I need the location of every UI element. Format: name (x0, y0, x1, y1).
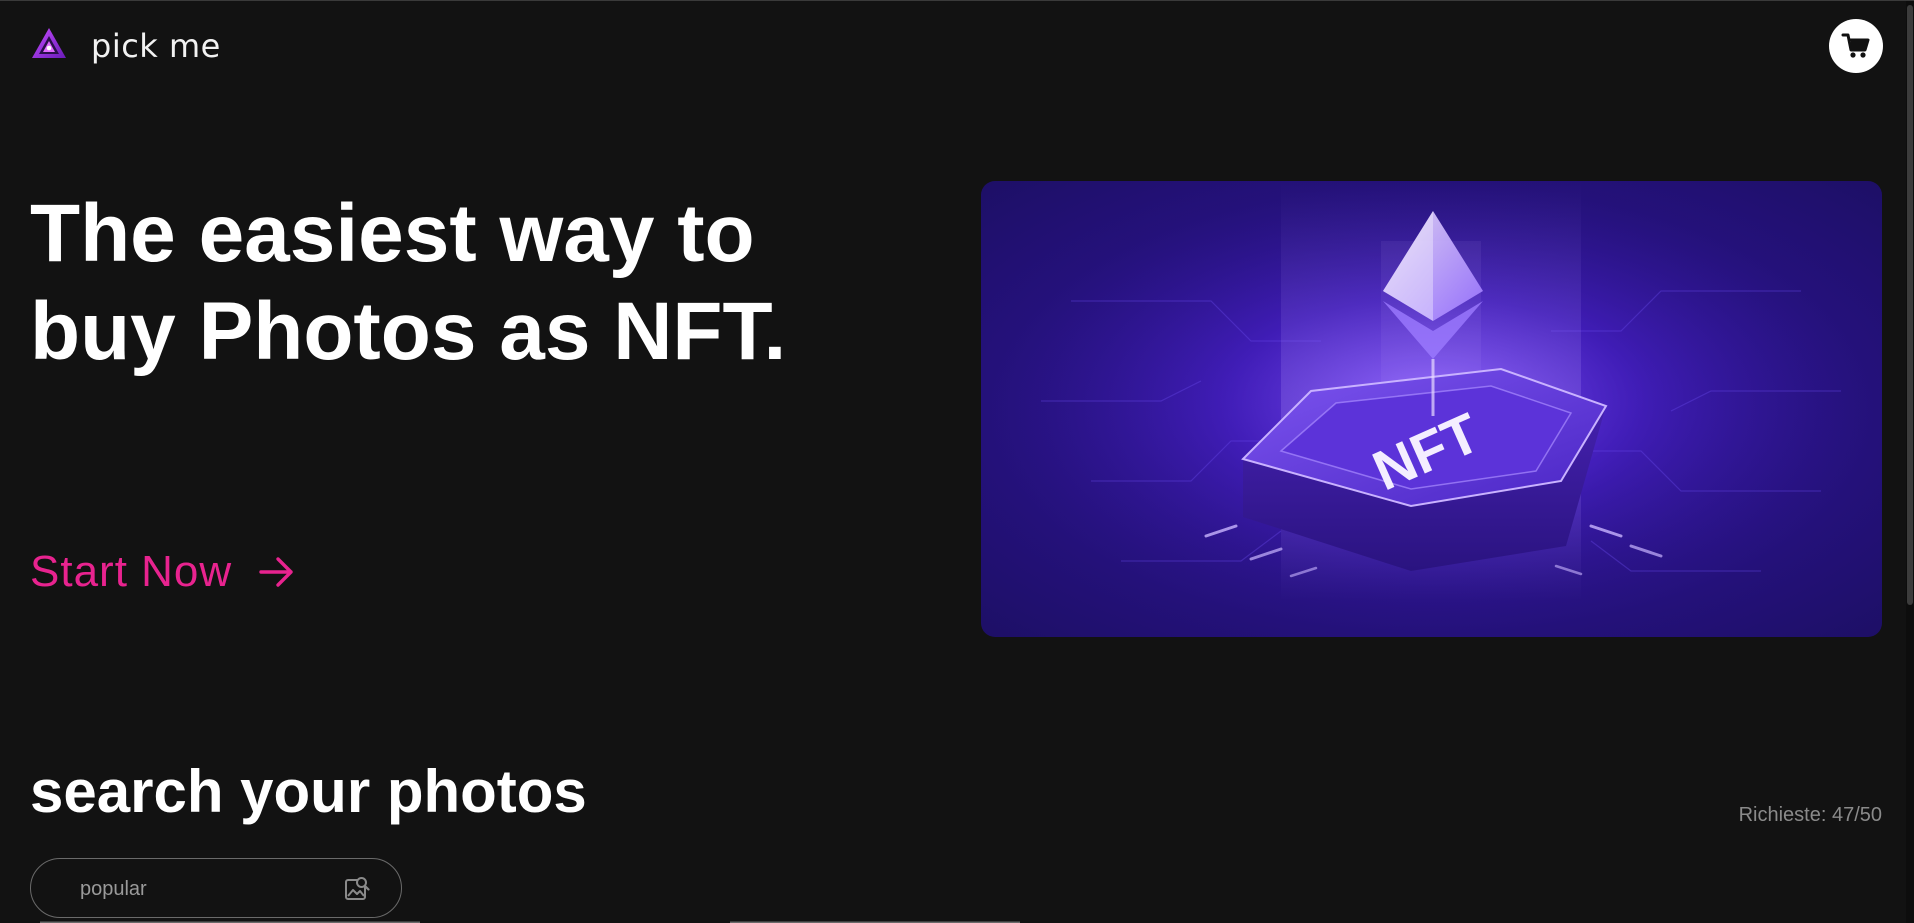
start-now-label: Start Now (30, 547, 233, 596)
scrollbar-thumb[interactable] (1907, 5, 1913, 605)
arrow-right-icon (259, 557, 293, 587)
search-title: search your photos (30, 758, 587, 825)
start-now-link[interactable]: Start Now (30, 547, 296, 597)
triangle-logo-icon[interactable] (31, 27, 67, 59)
cart-button[interactable] (1829, 19, 1883, 73)
requests-counter: Richieste: 47/50 (1738, 804, 1882, 826)
hero-nft-image: NFT (981, 181, 1882, 637)
page: pick me The easiest way to buy Photos as… (0, 0, 1914, 923)
hero-title: The easiest way to buy Photos as NFT. (30, 188, 787, 377)
cart-icon (1841, 33, 1870, 58)
header: pick me (0, 1, 1914, 91)
page-scrollbar[interactable] (1906, 1, 1914, 923)
brand-name[interactable]: pick me (91, 27, 221, 65)
image-search-icon[interactable] (344, 875, 370, 901)
nft-illustration: NFT (981, 181, 1882, 637)
search-box[interactable] (30, 858, 402, 918)
search-input[interactable] (78, 874, 322, 904)
